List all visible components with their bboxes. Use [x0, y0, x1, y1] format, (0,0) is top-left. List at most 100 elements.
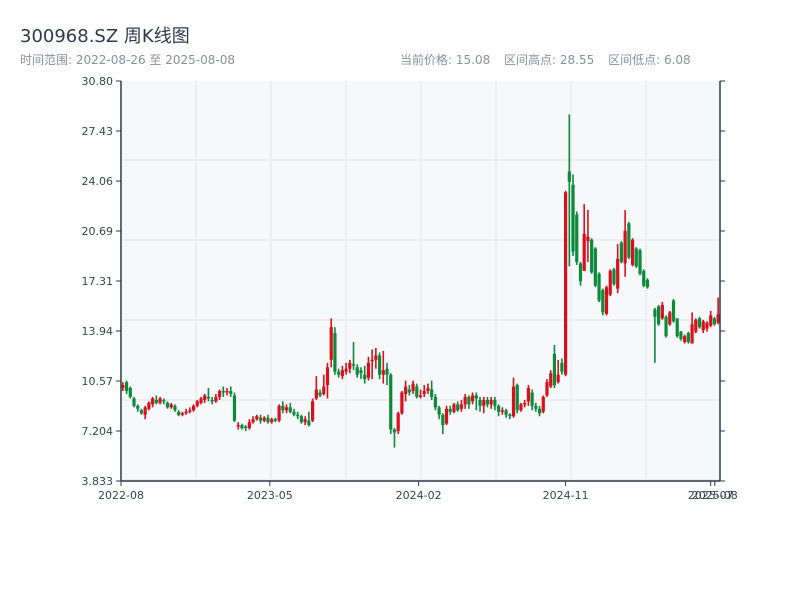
candle: [608, 269, 612, 297]
candle-body: [177, 411, 181, 415]
candle-body: [485, 399, 490, 405]
candle-body: [463, 396, 467, 405]
candle-body: [578, 263, 583, 282]
candle-body: [630, 239, 635, 265]
candle-body: [165, 402, 170, 408]
candle-body: [333, 333, 337, 372]
candle-body: [124, 382, 129, 392]
candle-body: [552, 353, 557, 386]
candle-body: [474, 395, 478, 399]
candle-body: [508, 414, 512, 417]
candle-body: [582, 233, 586, 271]
y-tick-label: 17.31: [82, 275, 114, 288]
candle: [686, 331, 690, 344]
candle: [277, 404, 281, 423]
candle-body: [273, 419, 278, 421]
candle-body: [634, 248, 638, 267]
candle-body: [645, 279, 650, 288]
candle-body: [247, 422, 251, 429]
candle-body: [299, 416, 304, 423]
candle-body: [664, 316, 668, 337]
candle: [400, 391, 404, 415]
candle-body: [586, 236, 590, 242]
candle-body: [366, 362, 371, 378]
candle-body: [370, 359, 374, 362]
candle: [664, 315, 668, 338]
candle-body: [697, 318, 702, 328]
candle-body: [437, 407, 441, 415]
candle: [645, 278, 650, 289]
candle-body: [318, 392, 322, 396]
candle-body: [258, 417, 263, 421]
candle-body: [597, 273, 601, 301]
candle-body: [601, 290, 605, 313]
candle-body: [426, 388, 430, 392]
candle-body: [158, 398, 162, 403]
candle-body: [381, 370, 385, 375]
candle-body: [188, 410, 192, 412]
candle-body: [337, 371, 341, 375]
candle-body: [567, 171, 571, 182]
candle-body: [229, 391, 233, 394]
candle-body: [232, 395, 237, 421]
y-tick-label: 30.80: [82, 75, 114, 88]
candle: [132, 396, 136, 408]
candle-body: [519, 404, 523, 411]
candle: [590, 238, 594, 274]
candle-body: [433, 396, 437, 408]
candle-body: [545, 382, 549, 396]
y-tick-label: 3.833: [82, 475, 114, 488]
candle-body: [162, 399, 166, 402]
candle: [668, 310, 672, 326]
y-tick-label: 10.57: [82, 375, 114, 388]
candle-body: [184, 411, 188, 414]
x-tick-label: 2022-08: [98, 489, 144, 502]
candlestick-chart: 30.80 27.43 24.06 20.69 17.31 13.94 10.57 7.204…: [82, 75, 738, 502]
candle-body: [482, 399, 486, 406]
candle-body: [504, 410, 508, 415]
candle-body: [139, 410, 144, 414]
candle-body: [701, 321, 705, 331]
candle-body: [277, 405, 281, 421]
candle-body: [221, 391, 225, 393]
y-tick-label: 20.69: [82, 225, 114, 238]
candle-body: [679, 331, 683, 340]
candle-body: [441, 414, 445, 426]
candle-body: [541, 396, 545, 412]
candle-body: [549, 373, 553, 387]
candle: [389, 373, 393, 435]
candle: [612, 267, 616, 286]
candle-body: [657, 306, 661, 325]
candle-body: [571, 184, 575, 252]
candle-body: [214, 396, 218, 402]
candle-body: [240, 425, 244, 429]
candle: [575, 211, 579, 265]
candle-body: [195, 401, 199, 406]
candle-body: [180, 413, 184, 415]
candle-body: [288, 407, 292, 412]
candle: [604, 285, 609, 316]
candle-body: [151, 398, 155, 405]
candle-body: [712, 318, 717, 325]
candle-body: [523, 402, 527, 405]
candle-body: [236, 425, 240, 427]
candle-body: [478, 399, 482, 406]
candle-body: [575, 214, 579, 262]
candle: [563, 190, 568, 377]
candle: [593, 247, 597, 288]
candle: [232, 392, 237, 423]
candle-body: [563, 192, 568, 375]
candle-body: [560, 362, 564, 372]
candle-body: [132, 398, 136, 406]
candle-body: [534, 405, 538, 409]
y-tick-label: 7.204: [82, 425, 114, 438]
candle-body: [705, 322, 709, 329]
candle-body: [396, 413, 400, 432]
candle: [597, 272, 601, 303]
candle-body: [292, 411, 296, 415]
y-tick-label: 13.94: [82, 325, 114, 338]
candle-body: [128, 388, 132, 397]
candle-body: [686, 333, 690, 343]
candle-body: [452, 404, 456, 412]
candle-body: [244, 426, 248, 429]
